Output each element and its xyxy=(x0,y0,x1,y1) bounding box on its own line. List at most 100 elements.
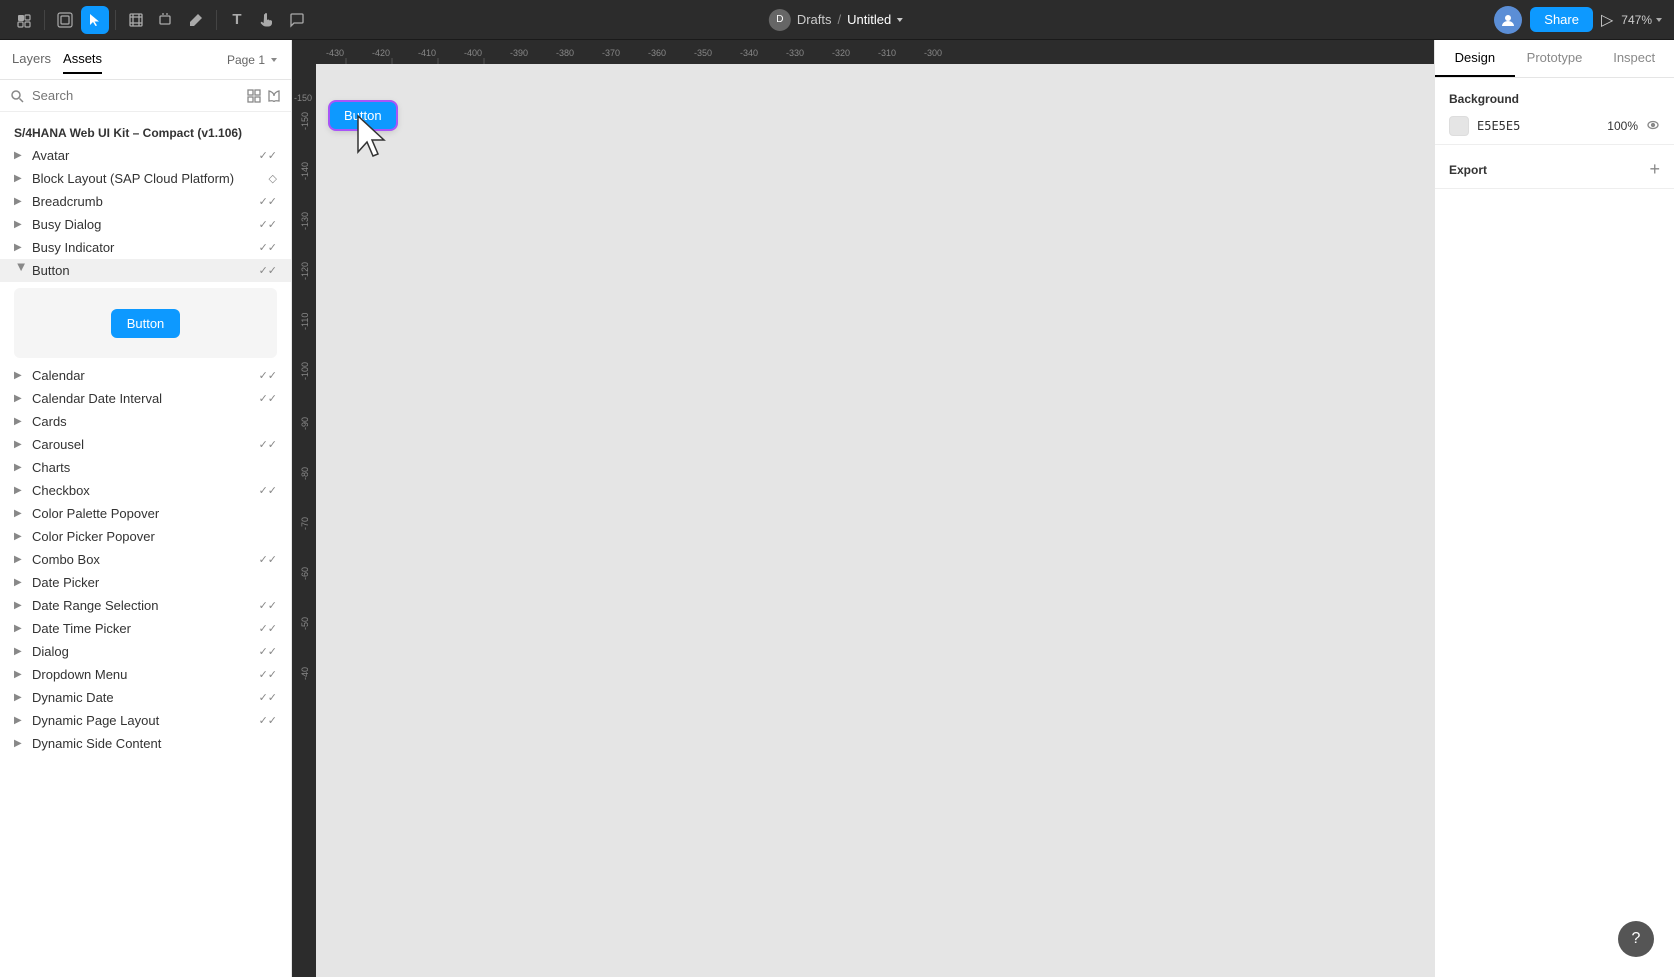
chevron-right-icon: ▶ xyxy=(14,416,28,427)
chevron-right-icon: ▶ xyxy=(14,623,28,634)
asset-item-avatar[interactable]: ▶ Avatar ✓✓ xyxy=(0,144,291,167)
asset-item-carousel[interactable]: ▶ Carousel ✓✓ xyxy=(0,433,291,456)
canvas-background[interactable]: Button xyxy=(316,64,1434,977)
asset-item-cards[interactable]: ▶ Cards xyxy=(0,410,291,433)
chevron-right-icon: ▶ xyxy=(14,554,28,565)
left-panel: Layers Assets Page 1 S/ xyxy=(0,40,292,977)
svg-text:-110: -110 xyxy=(300,313,310,330)
tab-layers[interactable]: Layers xyxy=(12,45,51,74)
svg-text:-40: -40 xyxy=(300,667,310,680)
frame-tool[interactable] xyxy=(122,6,150,34)
color-opacity-value[interactable]: 100% xyxy=(1602,119,1638,133)
asset-item-charts[interactable]: ▶ Charts xyxy=(0,456,291,479)
tab-design[interactable]: Design xyxy=(1435,40,1515,77)
color-swatch[interactable] xyxy=(1449,116,1469,136)
ruler-horizontal: -430 -420 -410 -400 -390 -380 -370 -360 … xyxy=(316,40,1434,64)
chevron-right-icon: ▶ xyxy=(14,219,28,230)
pointer-tool[interactable] xyxy=(81,6,109,34)
chevron-right-icon: ▶ xyxy=(14,738,28,749)
svg-text:-90: -90 xyxy=(300,417,310,430)
asset-item-block-layout[interactable]: ▶ Block Layout (SAP Cloud Platform) ◇ xyxy=(0,167,291,190)
zoom-control[interactable]: 747% xyxy=(1621,13,1664,27)
svg-text:-130: -130 xyxy=(300,212,310,230)
svg-text:-300: -300 xyxy=(924,48,942,58)
tab-inspect[interactable]: Inspect xyxy=(1594,40,1674,77)
asset-item-date-picker[interactable]: ▶ Date Picker xyxy=(0,571,291,594)
asset-item-combo-box[interactable]: ▶ Combo Box ✓✓ xyxy=(0,548,291,571)
right-panel: Design Prototype Inspect Background E5E5… xyxy=(1434,40,1674,977)
asset-item-dropdown-menu[interactable]: ▶ Dropdown Menu ✓✓ xyxy=(0,663,291,686)
pen-tool[interactable] xyxy=(182,6,210,34)
svg-text:-340: -340 xyxy=(740,48,758,58)
asset-item-dynamic-date[interactable]: ▶ Dynamic Date ✓✓ xyxy=(0,686,291,709)
topbar: T D Drafts / Untitled Share xyxy=(0,0,1674,40)
comment-tool[interactable] xyxy=(283,6,311,34)
asset-item-color-palette-popover[interactable]: ▶ Color Palette Popover xyxy=(0,502,291,525)
chevron-right-icon: ▶ xyxy=(14,577,28,588)
asset-item-busy-dialog[interactable]: ▶ Busy Dialog ✓✓ xyxy=(0,213,291,236)
tab-assets[interactable]: Assets xyxy=(63,45,102,74)
topbar-right: Share ▷ 747% xyxy=(1494,6,1664,34)
toolbar-left: T xyxy=(10,6,311,34)
breadcrumb-separator: / xyxy=(837,12,841,27)
chevron-right-icon: ▶ xyxy=(14,173,28,184)
help-button[interactable]: ? xyxy=(1618,921,1654,957)
chevron-right-icon: ▶ xyxy=(14,692,28,703)
list-view-button[interactable] xyxy=(247,89,261,103)
svg-text:-400: -400 xyxy=(464,48,482,58)
asset-item-dynamic-side-content[interactable]: ▶ Dynamic Side Content xyxy=(0,732,291,755)
background-section-title: Background xyxy=(1449,92,1660,106)
background-section: Background E5E5E5 100% xyxy=(1435,78,1674,145)
play-button[interactable]: ▷ xyxy=(1601,10,1613,30)
asset-item-button[interactable]: ▶ Button ✓✓ xyxy=(0,259,291,282)
color-hex-value[interactable]: E5E5E5 xyxy=(1477,119,1594,133)
text-tool[interactable]: T xyxy=(223,6,251,34)
svg-text:-320: -320 xyxy=(832,48,850,58)
svg-text:-100: -100 xyxy=(300,362,310,380)
visibility-toggle[interactable] xyxy=(1646,118,1660,135)
asset-item-dynamic-page-layout[interactable]: ▶ Dynamic Page Layout ✓✓ xyxy=(0,709,291,732)
breadcrumb-nav: D Drafts / Untitled xyxy=(769,9,905,31)
svg-text:-370: -370 xyxy=(602,48,620,58)
chevron-right-icon: ▶ xyxy=(14,393,28,404)
chevron-right-icon: ▶ xyxy=(14,600,28,611)
asset-item-dialog[interactable]: ▶ Dialog ✓✓ xyxy=(0,640,291,663)
svg-text:-50: -50 xyxy=(300,617,310,630)
user-avatar[interactable] xyxy=(1494,6,1522,34)
select-tool[interactable] xyxy=(51,6,79,34)
color-row: E5E5E5 100% xyxy=(1449,116,1660,136)
search-input[interactable] xyxy=(32,88,239,103)
asset-item-date-range-selection[interactable]: ▶ Date Range Selection ✓✓ xyxy=(0,594,291,617)
chevron-right-icon: ▶ xyxy=(14,370,28,381)
asset-list: S/4HANA Web UI Kit – Compact (v1.106) ▶ … xyxy=(0,112,291,977)
chevron-right-icon: ▶ xyxy=(14,439,28,450)
svg-text:-120: -120 xyxy=(300,262,310,280)
svg-text:-360: -360 xyxy=(648,48,666,58)
chevron-right-icon: ▶ xyxy=(14,646,28,657)
hand-tool[interactable] xyxy=(253,6,281,34)
page-title[interactable]: Untitled xyxy=(847,12,905,27)
asset-item-calendar-date-interval[interactable]: ▶ Calendar Date Interval ✓✓ xyxy=(0,387,291,410)
preview-button[interactable]: Button xyxy=(111,309,181,338)
share-button[interactable]: Share xyxy=(1530,7,1593,32)
svg-text:-410: -410 xyxy=(418,48,436,58)
left-panel-tabs: Layers Assets Page 1 xyxy=(0,40,291,80)
asset-item-breadcrumb[interactable]: ▶ Breadcrumb ✓✓ xyxy=(0,190,291,213)
asset-item-checkbox[interactable]: ▶ Checkbox ✓✓ xyxy=(0,479,291,502)
asset-item-color-picker-popover[interactable]: ▶ Color Picker Popover xyxy=(0,525,291,548)
asset-item-busy-indicator[interactable]: ▶ Busy Indicator ✓✓ xyxy=(0,236,291,259)
menu-tool[interactable] xyxy=(10,6,38,34)
book-view-button[interactable] xyxy=(267,89,281,103)
svg-text:-150: -150 xyxy=(294,93,312,103)
chevron-down-icon: ▶ xyxy=(16,264,27,278)
tab-prototype[interactable]: Prototype xyxy=(1515,40,1595,77)
page-selector[interactable]: Page 1 xyxy=(227,53,279,67)
chevron-right-icon: ▶ xyxy=(14,196,28,207)
svg-text:-350: -350 xyxy=(694,48,712,58)
asset-item-calendar[interactable]: ▶ Calendar ✓✓ xyxy=(0,364,291,387)
canvas-button[interactable]: Button xyxy=(330,102,396,129)
svg-text:-330: -330 xyxy=(786,48,804,58)
add-export-button[interactable]: + xyxy=(1649,159,1660,180)
shape-tool[interactable] xyxy=(152,6,180,34)
asset-item-date-time-picker[interactable]: ▶ Date Time Picker ✓✓ xyxy=(0,617,291,640)
